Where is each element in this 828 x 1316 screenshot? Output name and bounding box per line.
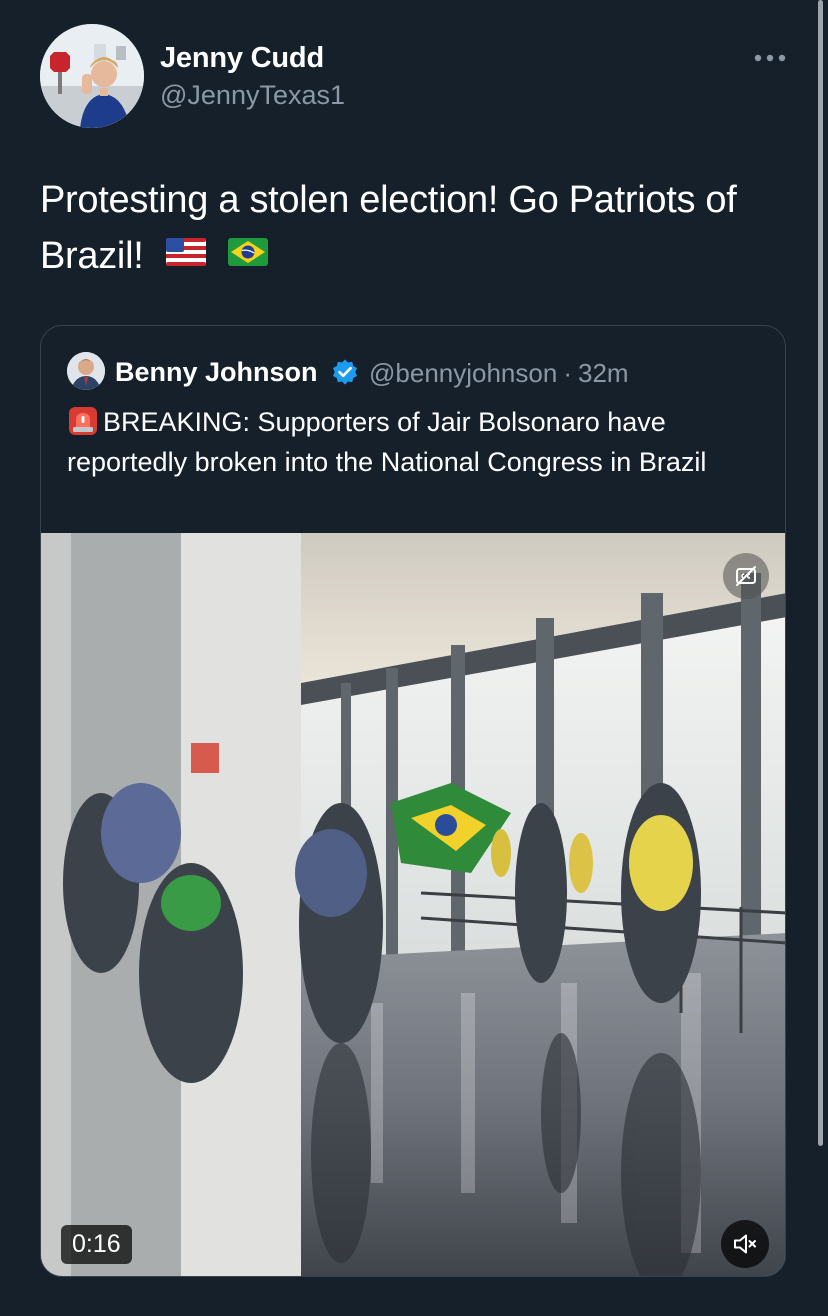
quoted-author-display-name[interactable]: Benny Johnson	[115, 357, 318, 388]
volume-muted-icon	[734, 1234, 756, 1254]
scrollbar[interactable]	[818, 0, 823, 1146]
quoted-author-meta: @bennyjohnson · 32m	[369, 358, 629, 389]
more-options-button[interactable]	[748, 44, 792, 72]
quoted-timestamp[interactable]: 32m	[578, 358, 629, 388]
author-display-name[interactable]: Jenny Cudd	[160, 42, 324, 75]
captions-button[interactable]	[723, 553, 769, 599]
tweet-text-body: Protesting a stolen election! Go Patriot…	[40, 179, 737, 277]
meta-separator: ·	[563, 358, 572, 388]
quoted-tweet[interactable]: Benny Johnson @bennyjohnson · 32m BREAKING…	[40, 325, 786, 1277]
tweet: Jenny Cudd @JennyTexas1 Protesting a sto…	[0, 0, 828, 1316]
author-avatar[interactable]	[40, 24, 144, 128]
quoted-author-avatar[interactable]	[67, 352, 105, 390]
verified-badge-icon	[333, 359, 357, 385]
video-player[interactable]: 0:16	[41, 533, 785, 1276]
quoted-tweet-text-body: BREAKING: Supporters of Jair Bolsonaro h…	[67, 407, 707, 477]
brazil-flag-icon	[228, 226, 269, 282]
quoted-author-handle[interactable]: @bennyjohnson	[369, 358, 557, 388]
captions-off-icon	[736, 566, 756, 586]
author-handle[interactable]: @JennyTexas1	[160, 80, 345, 111]
video-frame	[41, 533, 785, 1276]
video-duration: 0:16	[61, 1225, 132, 1264]
siren-icon	[69, 406, 97, 435]
quoted-tweet-text: BREAKING: Supporters of Jair Bolsonaro h…	[67, 402, 757, 482]
us-flag-icon	[165, 226, 206, 282]
tweet-text: Protesting a stolen election! Go Patriot…	[40, 172, 800, 286]
ellipsis-icon	[754, 54, 786, 62]
mute-button[interactable]	[721, 1220, 769, 1268]
